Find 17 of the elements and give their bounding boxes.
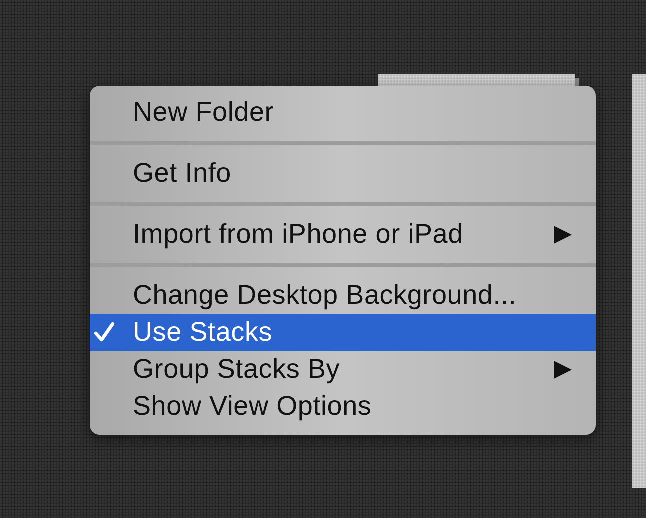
menu-item-label: Show View Options xyxy=(133,391,373,422)
menu-item[interactable]: Show View Options xyxy=(90,388,596,425)
menu-item[interactable]: New Folder xyxy=(90,94,596,131)
checkmark-icon xyxy=(94,322,115,343)
menu-item-label: New Folder xyxy=(133,97,276,128)
submenu-arrow-icon xyxy=(554,226,572,244)
menu-item[interactable]: Group Stacks By xyxy=(90,351,596,388)
menu-item[interactable]: Import from iPhone or iPad xyxy=(90,216,596,253)
menu-item-label: Group Stacks By xyxy=(133,354,342,385)
submenu-arrow-icon xyxy=(554,360,572,378)
menu-item[interactable]: Change Desktop Background... xyxy=(90,277,596,314)
menu-item-label: Get Info xyxy=(133,158,232,189)
menu-item[interactable]: Use Stacks xyxy=(90,314,596,351)
menu-item-label: Import from iPhone or iPad xyxy=(133,219,464,250)
menu-item-label: Use Stacks xyxy=(133,317,274,348)
menu-item-label: Change Desktop Background... xyxy=(133,280,518,311)
menu-item[interactable]: Get Info xyxy=(90,155,596,192)
